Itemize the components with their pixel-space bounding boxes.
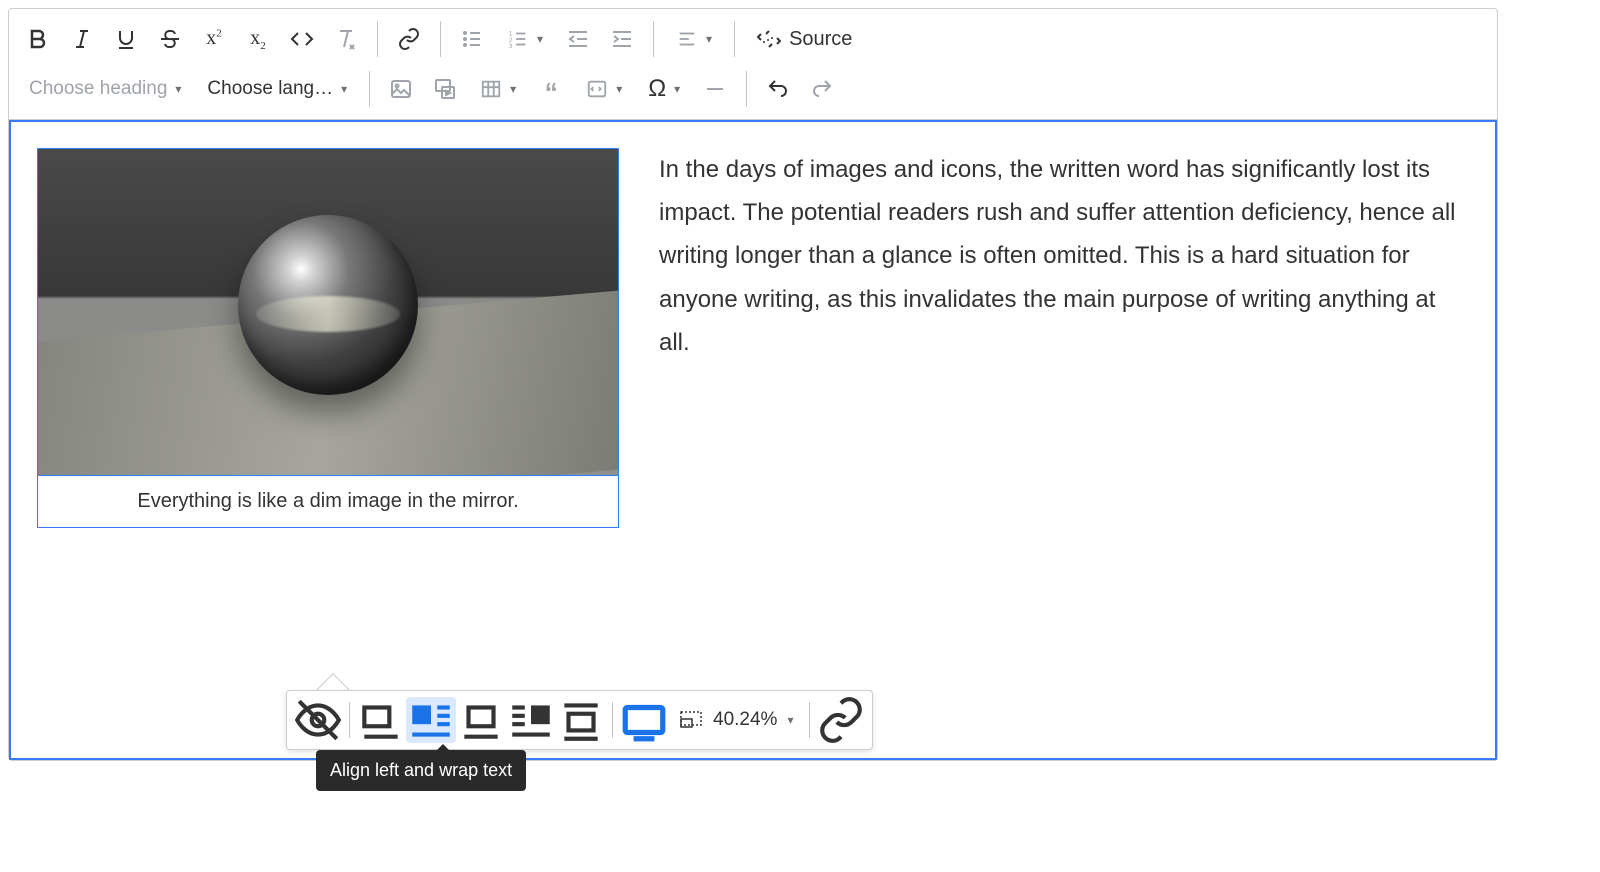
bulleted-list-button[interactable] [451,18,493,60]
italic-button[interactable] [61,18,103,60]
inline-image-button[interactable] [356,697,406,743]
separator [377,21,378,57]
blockquote-button[interactable]: “ [530,68,572,110]
source-label: Source [789,28,852,51]
separator [349,702,350,738]
tooltip: Align left and wrap text [316,750,526,791]
toolbar: x2 x2 123▾ ▾ Source Choose heading▾ Choo… [9,9,1497,120]
media-button[interactable] [424,68,466,110]
toolbar-row-1: x2 x2 123▾ ▾ Source [17,15,1489,63]
toggle-caption-button[interactable] [293,697,343,743]
strikethrough-button[interactable] [149,18,191,60]
editor-wrapper: x2 x2 123▾ ▾ Source Choose heading▾ Choo… [8,8,1498,761]
bold-button[interactable] [17,18,59,60]
separator [440,21,441,57]
chevron-down-icon: ▾ [674,82,680,96]
numbered-list-dropdown[interactable]: 123▾ [495,18,555,60]
horizontal-line-button[interactable] [694,68,736,110]
chevron-down-icon: ▾ [706,32,712,46]
subscript-button[interactable]: x2 [237,18,279,60]
resize-original-button[interactable] [619,697,669,743]
separator [746,71,747,107]
alignment-dropdown[interactable]: ▾ [664,18,724,60]
svg-text:3: 3 [509,43,513,50]
heading-dropdown[interactable]: Choose heading ▾ [17,68,193,110]
separator [734,21,735,57]
resize-custom-button[interactable]: 40.24% ▾ [669,697,803,743]
undo-button[interactable] [757,68,799,110]
heading-label: Choose heading [29,78,167,100]
chevron-down-icon: ▾ [175,82,181,96]
align-left-wrap-button[interactable] [406,697,456,743]
align-center-button[interactable] [456,697,506,743]
source-button[interactable]: Source [745,18,864,60]
underline-button[interactable] [105,18,147,60]
separator [612,702,613,738]
superscript-button[interactable]: x2 [193,18,235,60]
sphere-graphic [238,215,418,395]
chevron-down-icon: ▾ [616,82,622,96]
table-dropdown[interactable]: ▾ [468,68,528,110]
outdent-button[interactable] [557,18,599,60]
image-link-button[interactable] [816,697,866,743]
remove-format-button[interactable] [325,18,367,60]
toolbar-row-2: Choose heading ▾ Choose lang… ▾ ▾ “ ▾ Ω▾ [17,65,1489,113]
chevron-down-icon: ▾ [341,82,347,96]
resize-value: 40.24% [713,709,777,731]
image-figure[interactable]: Everything is like a dim image in the mi… [37,148,619,528]
image-caption[interactable]: Everything is like a dim image in the mi… [38,475,618,527]
codeblock-dropdown[interactable]: ▾ [574,68,634,110]
language-label: Choose lang… [207,78,333,100]
special-char-dropdown[interactable]: Ω▾ [636,68,692,110]
language-dropdown[interactable]: Choose lang… ▾ [195,68,359,110]
image-preview[interactable] [38,149,618,475]
separator [653,21,654,57]
image-toolbar-balloon: 40.24% ▾ Align left and wrap text [286,690,873,750]
align-right-wrap-button[interactable] [506,697,556,743]
separator [369,71,370,107]
chevron-down-icon: ▾ [537,32,543,46]
code-button[interactable] [281,18,323,60]
redo-button[interactable] [801,68,843,110]
image-button[interactable] [380,68,422,110]
chevron-down-icon: ▾ [510,82,516,96]
editor-content[interactable]: Everything is like a dim image in the mi… [9,120,1497,760]
separator [809,702,810,738]
block-align-button[interactable] [556,697,606,743]
link-button[interactable] [388,18,430,60]
indent-button[interactable] [601,18,643,60]
chevron-down-icon: ▾ [787,713,793,727]
